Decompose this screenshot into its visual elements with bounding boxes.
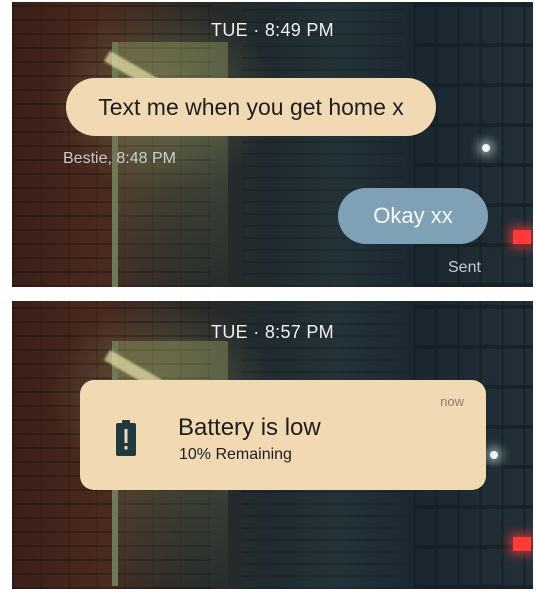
- incoming-message-meta: Bestie, 8:48 PM: [63, 150, 176, 167]
- brick-wall-right: [242, 2, 402, 287]
- notification-subtitle: 10% Remaining: [179, 446, 292, 463]
- outgoing-message-bubble[interactable]: Okay xx: [338, 188, 488, 244]
- street-lamp: [482, 144, 490, 152]
- clock-time: TUE · 8:57 PM: [211, 322, 334, 342]
- battery-alert-icon: [116, 420, 136, 456]
- clock-time: TUE · 8:49 PM: [211, 20, 334, 40]
- neon-sign: [513, 230, 531, 244]
- battery-lockscreen: TUE · 8:57 PM Battery is low 10% Remaini…: [12, 301, 533, 589]
- battery-notification[interactable]: Battery is low 10% Remaining now: [80, 380, 486, 490]
- incoming-message-text: Text me when you get home x: [98, 93, 404, 120]
- outgoing-message-text: Okay xx: [373, 203, 453, 228]
- street-lamp: [490, 451, 498, 459]
- incoming-message-bubble[interactable]: Text me when you get home x: [66, 78, 436, 136]
- notification-timestamp: now: [440, 394, 464, 409]
- neon-sign: [513, 537, 531, 551]
- message-sent-status: Sent: [448, 259, 481, 276]
- messages-lockscreen: TUE · 8:49 PM Text me when you get home …: [12, 2, 533, 287]
- fire-escape: [413, 2, 533, 287]
- notification-title: Battery is low: [178, 414, 321, 441]
